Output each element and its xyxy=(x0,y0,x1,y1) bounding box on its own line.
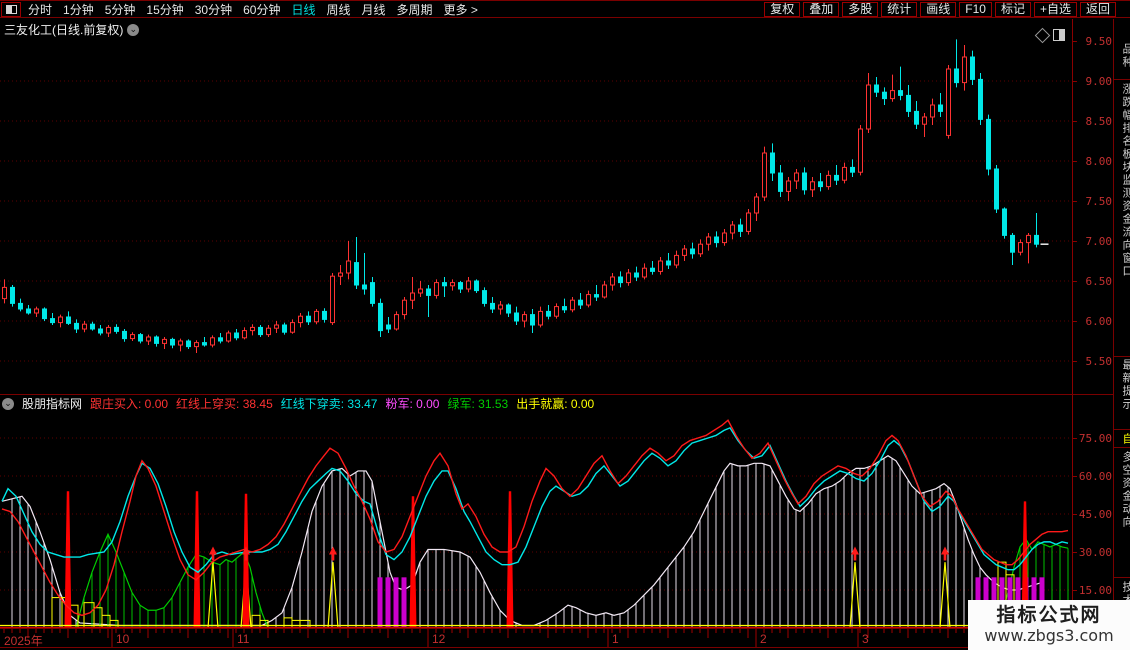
price-label-5.50: 5.50 xyxy=(1085,355,1113,368)
indicator-chart[interactable] xyxy=(0,412,1072,628)
period-tab-日线[interactable]: 日线 xyxy=(291,1,315,18)
sidebar-item-0[interactable]: 品种 xyxy=(1119,43,1130,69)
indicator-field-红线上穿买: 红线上穿买: 38.45 xyxy=(176,397,273,411)
toolbar-button-画线[interactable]: 画线 xyxy=(920,2,957,17)
date-axis[interactable]: 2025年 10 11 12 1 2 3 xyxy=(0,628,1072,648)
indicator-label-45.00: 45.00 xyxy=(1078,508,1112,521)
sidebar-item-2[interactable]: 最新提示 xyxy=(1119,359,1130,411)
sidebar-divider xyxy=(1114,79,1130,80)
toolbar-button-F10[interactable]: F10 xyxy=(959,2,992,17)
axis-tick xyxy=(1072,161,1077,162)
period-tab-30分钟[interactable]: 30分钟 xyxy=(195,1,232,18)
indicator-field-绿军: 绿军: 31.53 xyxy=(447,397,509,411)
sidebar-divider xyxy=(1114,577,1130,578)
axis-tick xyxy=(1072,321,1077,322)
sidebar-item-1[interactable]: 涨跌幅排名板块监测资金流向窗口 xyxy=(1119,83,1130,278)
period-tab-周线[interactable]: 周线 xyxy=(326,1,350,18)
watermark-url: www.zbgs3.com xyxy=(984,626,1114,645)
axis-tick xyxy=(1072,81,1077,82)
price-label-8.50: 8.50 xyxy=(1085,115,1113,128)
month-label-2: 2 xyxy=(760,632,767,646)
month-label-2025年: 2025年 xyxy=(4,634,43,648)
month-label-12: 12 xyxy=(432,632,446,646)
month-label-10: 10 xyxy=(116,632,130,646)
axis-tick xyxy=(1072,361,1077,362)
sidebar-divider xyxy=(1114,447,1130,448)
top-toolbar: 分时 1分钟 5分钟 15分钟 30分钟 60分钟 日线 周线 月线 多周期 更多 > 复权 叠加 多股… xyxy=(0,0,1130,18)
indicator-label-30.00: 30.00 xyxy=(1078,546,1112,559)
axis-tick xyxy=(1072,41,1077,42)
indicator-field-出手就赢: 出手就赢: 0.00 xyxy=(516,397,595,411)
indicator-chevron-down-icon[interactable]: ⌄ xyxy=(2,397,14,410)
indicator-label-75.00: 75.00 xyxy=(1078,432,1112,445)
axis-tick xyxy=(1072,438,1077,439)
period-tab-15分钟[interactable]: 15分钟 xyxy=(146,1,183,18)
period-tab-1分钟[interactable]: 1分钟 xyxy=(63,1,94,18)
axis-tick xyxy=(1072,476,1077,477)
axis-tick xyxy=(1072,241,1077,242)
indicator-field-粉军: 粉军: 0.00 xyxy=(385,397,440,411)
price-label-7.00: 7.00 xyxy=(1085,235,1113,248)
period-tab-月线[interactable]: 月线 xyxy=(362,1,386,18)
toolbar-button-+自选[interactable]: +自选 xyxy=(1033,2,1077,17)
toolbar-buttons: 复权 叠加 多股 统计 画线 F10 标记 +自选 返回 xyxy=(764,2,1116,17)
indicator-source-label: 股朋指标网 xyxy=(22,397,83,411)
right-sidebar[interactable]: 品种涨跌幅排名板块监测资金流向窗口最新提示自多空资金动向技术指标 xyxy=(1113,19,1130,648)
axis-tick xyxy=(1072,590,1077,591)
toolbar-button-标记[interactable]: 标记 xyxy=(994,2,1031,17)
sidebar-divider xyxy=(1114,356,1130,357)
indicator-label-60.00: 60.00 xyxy=(1078,470,1112,483)
split-panel-icon[interactable] xyxy=(1053,29,1065,41)
axis-tick xyxy=(1072,201,1077,202)
axis-tick xyxy=(1072,514,1077,515)
toolbar-button-返回[interactable]: 返回 xyxy=(1079,2,1116,17)
period-tab-分时[interactable]: 分时 xyxy=(28,1,52,18)
month-label-11: 11 xyxy=(237,632,250,646)
price-label-6.00: 6.00 xyxy=(1085,315,1113,328)
period-menu: 分时 1分钟 5分钟 15分钟 30分钟 60分钟 日线 周线 月线 多周期 更多 > xyxy=(28,1,478,18)
sidebar-item-4[interactable]: 多空资金动向 xyxy=(1119,451,1130,529)
panel-split-line xyxy=(0,394,1113,395)
toolbar-button-复权[interactable]: 复权 xyxy=(764,2,801,17)
window-panel-toggle-button[interactable] xyxy=(1,2,21,17)
watermark-title: 指标公式网 xyxy=(996,605,1102,626)
watermark-badge: 指标公式网 www.zbgs3.com xyxy=(968,600,1130,650)
price-axis-line xyxy=(1072,19,1073,648)
month-label-1: 1 xyxy=(612,632,619,646)
period-tab-多周期[interactable]: 多周期 xyxy=(397,1,433,18)
toolbar-button-统计[interactable]: 统计 xyxy=(881,2,918,17)
indicator-label-15.00: 15.00 xyxy=(1078,584,1112,597)
axis-tick xyxy=(1072,121,1077,122)
stock-app-window: 分时 1分钟 5分钟 15分钟 30分钟 60分钟 日线 周线 月线 多周期 更多 > 复权 叠加 多股… xyxy=(0,0,1130,650)
price-label-8.00: 8.00 xyxy=(1085,155,1113,168)
price-label-6.50: 6.50 xyxy=(1085,275,1113,288)
axis-tick xyxy=(1072,281,1077,282)
price-label-7.50: 7.50 xyxy=(1085,195,1113,208)
indicator-field-红线下穿卖: 红线下穿卖: 33.47 xyxy=(280,397,378,411)
period-tab-更多 >[interactable]: 更多 > xyxy=(444,1,478,18)
period-tab-5分钟[interactable]: 5分钟 xyxy=(105,1,136,18)
sidebar-item-3[interactable]: 自 xyxy=(1119,433,1130,446)
sidebar-divider xyxy=(1114,429,1130,430)
panel-layout-icon xyxy=(5,5,17,14)
date-axis-ticks xyxy=(3,629,1069,647)
period-tab-60分钟[interactable]: 60分钟 xyxy=(243,1,280,18)
toolbar-button-多股[interactable]: 多股 xyxy=(842,2,879,17)
main-candlestick-chart[interactable] xyxy=(0,19,1072,394)
toolbar-button-叠加[interactable]: 叠加 xyxy=(803,2,840,17)
indicator-header: ⌄ 股朋指标网 跟庄买入: 0.00 红线上穿买: 38.45 红线下穿卖: 33.… xyxy=(2,396,594,411)
price-label-9.00: 9.00 xyxy=(1085,75,1113,88)
price-label-9.50: 9.50 xyxy=(1085,35,1113,48)
month-label-3: 3 xyxy=(862,632,869,646)
axis-tick xyxy=(1072,552,1077,553)
indicator-field-跟庄买入: 跟庄买入: 0.00 xyxy=(90,397,169,411)
